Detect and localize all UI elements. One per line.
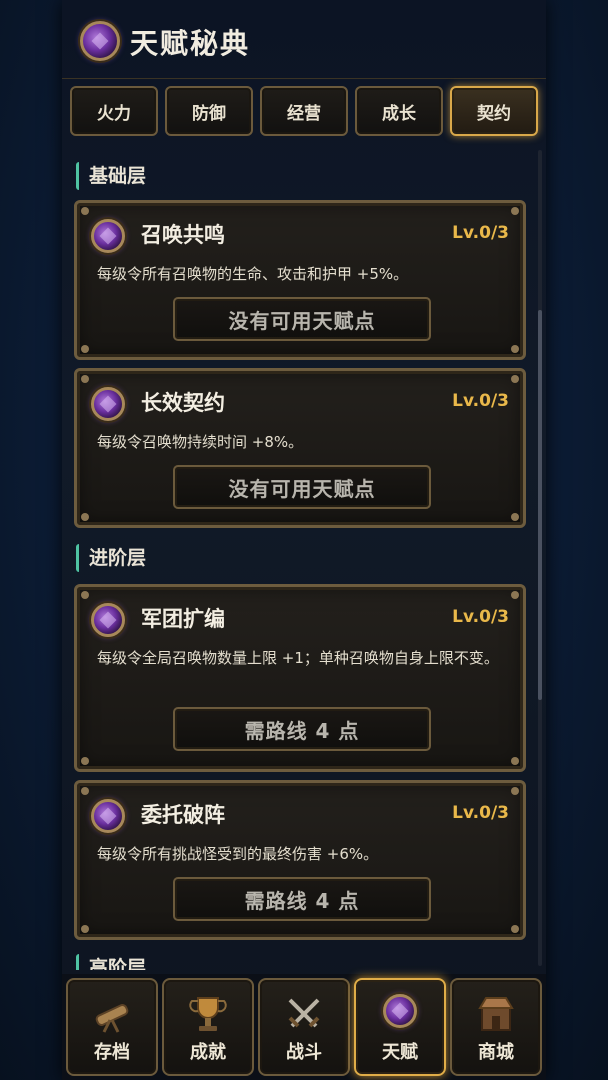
upgrade-button[interactable]: 没有可用天赋点 <box>173 297 431 341</box>
talent-emblem-icon <box>91 603 125 637</box>
card-corner <box>81 513 89 521</box>
section-advanced: 进阶层 <box>76 544 146 572</box>
talent-list[interactable]: 基础层 召唤共鸣 Lv.0/3 每级令所有召唤物的生命、攻击和护甲 +5%。 没… <box>62 148 546 970</box>
card-corner <box>81 925 89 933</box>
section-basic: 基础层 <box>76 162 146 190</box>
card-corner <box>81 757 89 765</box>
nav-label: 商城 <box>478 1042 514 1063</box>
talent-level: Lv.0/3 <box>452 223 509 243</box>
tab-firepower[interactable]: 火力 <box>70 86 158 136</box>
card-corner <box>511 345 519 353</box>
talent-emblem-icon <box>91 387 125 421</box>
card-corner <box>511 591 519 599</box>
bottom-nav: 存档 成就 战斗 天赋 商城 <box>62 974 546 1080</box>
category-tabs: 火力 防御 经营 成长 契约 <box>70 86 538 140</box>
talent-description: 每级令全局召唤物数量上限 +1；单种召唤物自身上限不变。 <box>97 649 499 667</box>
talent-emblem-icon <box>80 21 120 61</box>
tab-defense[interactable]: 防御 <box>165 86 253 136</box>
nav-label: 天赋 <box>382 1042 418 1063</box>
talent-panel: 天赋秘典 火力 防御 经营 成长 契约 基础层 召唤共鸣 Lv.0/3 每级令所… <box>62 0 546 1080</box>
card-corner <box>81 787 89 795</box>
talent-name: 长效契约 <box>141 391 225 415</box>
nav-battle[interactable]: 战斗 <box>258 978 350 1076</box>
card-corner <box>511 513 519 521</box>
talent-description: 每级令所有挑战怪受到的最终伤害 +6%。 <box>97 845 379 863</box>
nav-save[interactable]: 存档 <box>66 978 158 1076</box>
nav-talents[interactable]: 天赋 <box>354 978 446 1076</box>
crossed-swords-icon <box>282 992 326 1036</box>
talent-emblem-icon <box>91 219 125 253</box>
tab-growth[interactable]: 成长 <box>355 86 443 136</box>
section-high: 高阶层 <box>76 954 146 970</box>
card-corner <box>511 757 519 765</box>
talent-description: 每级令所有召唤物的生命、攻击和护甲 +5%。 <box>97 265 409 283</box>
nav-label: 成就 <box>190 1042 226 1063</box>
upgrade-button[interactable]: 没有可用天赋点 <box>173 465 431 509</box>
talent-card-summon-resonance: 召唤共鸣 Lv.0/3 每级令所有召唤物的生命、攻击和护甲 +5%。 没有可用天… <box>74 200 526 360</box>
card-corner <box>511 207 519 215</box>
talent-name: 军团扩编 <box>141 607 225 631</box>
shop-icon <box>474 992 518 1036</box>
talent-level: Lv.0/3 <box>452 803 509 823</box>
talent-emblem-icon <box>383 994 417 1028</box>
talent-card-lasting-contract: 长效契约 Lv.0/3 每级令召唤物持续时间 +8%。 没有可用天赋点 <box>74 368 526 528</box>
card-corner <box>81 591 89 599</box>
talent-name: 委托破阵 <box>141 803 225 827</box>
talent-name: 召唤共鸣 <box>141 223 225 247</box>
talent-description: 每级令召唤物持续时间 +8%。 <box>97 433 304 451</box>
talent-emblem-icon <box>91 799 125 833</box>
nav-shop[interactable]: 商城 <box>450 978 542 1076</box>
card-corner <box>81 375 89 383</box>
scrollbar[interactable] <box>538 150 542 966</box>
page-title: 天赋秘典 <box>130 27 251 60</box>
nav-label: 战斗 <box>286 1042 322 1063</box>
talent-level: Lv.0/3 <box>452 391 509 411</box>
talent-card-legion-expansion: 军团扩编 Lv.0/3 每级令全局召唤物数量上限 +1；单种召唤物自身上限不变。… <box>74 584 526 772</box>
requirement-button[interactable]: 需路线 4 点 <box>173 707 431 751</box>
card-corner <box>511 375 519 383</box>
scrollbar-thumb[interactable] <box>538 310 542 700</box>
card-corner <box>81 207 89 215</box>
card-corner <box>81 345 89 353</box>
trophy-icon <box>186 992 230 1036</box>
talent-card-commissioned-breakthrough: 委托破阵 Lv.0/3 每级令所有挑战怪受到的最终伤害 +6%。 需路线 4 点 <box>74 780 526 940</box>
card-corner <box>511 925 519 933</box>
nav-achievements[interactable]: 成就 <box>162 978 254 1076</box>
requirement-button[interactable]: 需路线 4 点 <box>173 877 431 921</box>
tab-management[interactable]: 经营 <box>260 86 348 136</box>
talent-level: Lv.0/3 <box>452 607 509 627</box>
nav-label: 存档 <box>94 1042 130 1063</box>
tab-contract[interactable]: 契约 <box>450 86 538 136</box>
card-corner <box>511 787 519 795</box>
header: 天赋秘典 <box>62 0 546 79</box>
telescope-icon <box>90 992 134 1036</box>
